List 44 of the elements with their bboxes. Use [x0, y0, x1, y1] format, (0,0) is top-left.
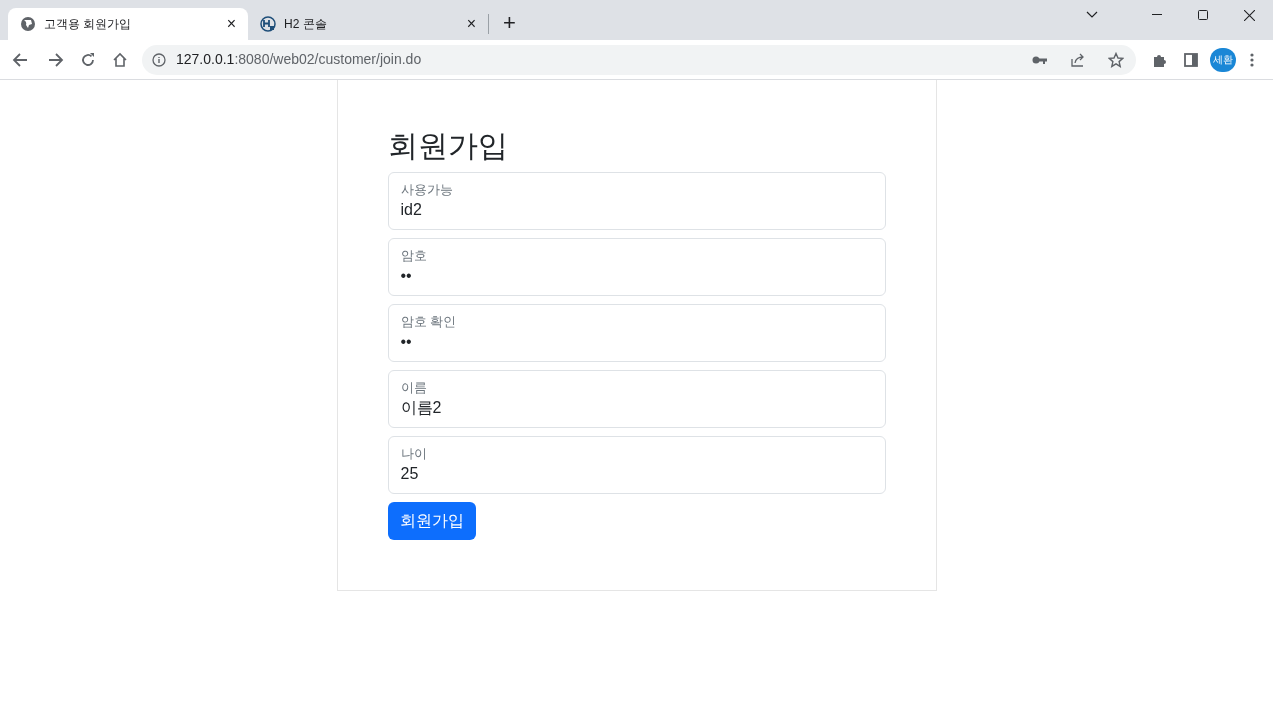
browser-tab[interactable]: 고객용 회원가입 × — [8, 8, 248, 40]
field-value: 이름2 — [400, 398, 443, 418]
url-host: 127.0.0.1 — [176, 50, 235, 69]
globe-icon — [20, 16, 36, 32]
tab-title: 고객용 회원가입 — [44, 16, 133, 33]
field-label: 암호 — [400, 247, 428, 265]
input-field[interactable]: 나이 25 — [387, 436, 886, 494]
field-value: •• — [400, 332, 413, 352]
star-icon[interactable] — [1108, 51, 1124, 68]
share-icon[interactable] — [1070, 51, 1086, 68]
minimize-icon[interactable] — [1152, 14, 1162, 16]
input-field[interactable]: 사용가능 id2 — [387, 172, 886, 230]
field-label: 이름 — [400, 379, 428, 397]
url-path: :8080/web02/customer/join.do — [234, 50, 423, 69]
reload-icon[interactable] — [80, 51, 96, 68]
signup-button[interactable]: 회원가입 — [387, 502, 476, 540]
input-field[interactable]: 암호 확인 •• — [387, 304, 886, 362]
close-icon[interactable]: × — [226, 16, 236, 32]
field-value: •• — [400, 266, 413, 286]
field-value: id2 — [400, 200, 423, 220]
input-field[interactable]: 이름 이름2 — [387, 370, 886, 428]
maximize-icon[interactable] — [1198, 10, 1208, 20]
new-tab-button[interactable]: + — [503, 12, 516, 34]
back-arrow-icon[interactable] — [12, 51, 28, 68]
forward-arrow-icon[interactable] — [48, 51, 64, 68]
field-value: 25 — [400, 464, 420, 484]
field-label: 암호 확인 — [400, 313, 458, 331]
side-panel-icon[interactable] — [1184, 52, 1198, 67]
input-field[interactable]: 암호 •• — [387, 238, 886, 296]
more-menu-icon[interactable] — [1250, 52, 1254, 67]
field-label: 사용가능 — [400, 181, 454, 199]
profile-avatar[interactable]: 세환 — [1210, 47, 1236, 72]
home-icon[interactable] — [112, 51, 128, 68]
chevron-down-icon[interactable] — [1086, 11, 1098, 19]
key-icon[interactable] — [1032, 54, 1048, 65]
close-icon[interactable] — [1244, 9, 1255, 21]
field-label: 나이 — [400, 445, 428, 463]
tab-title: H2 콘솔 — [284, 16, 328, 33]
info-icon[interactable] — [152, 52, 166, 67]
browser-tab[interactable]: H2 콘솔 × — [248, 8, 488, 40]
page-heading: 회원가입 — [387, 128, 509, 164]
close-icon[interactable]: × — [466, 16, 476, 32]
address-bar[interactable]: 127.0.0.1:8080/web02/customer/join.do — [142, 44, 1136, 75]
h2-logo-icon — [260, 16, 276, 32]
